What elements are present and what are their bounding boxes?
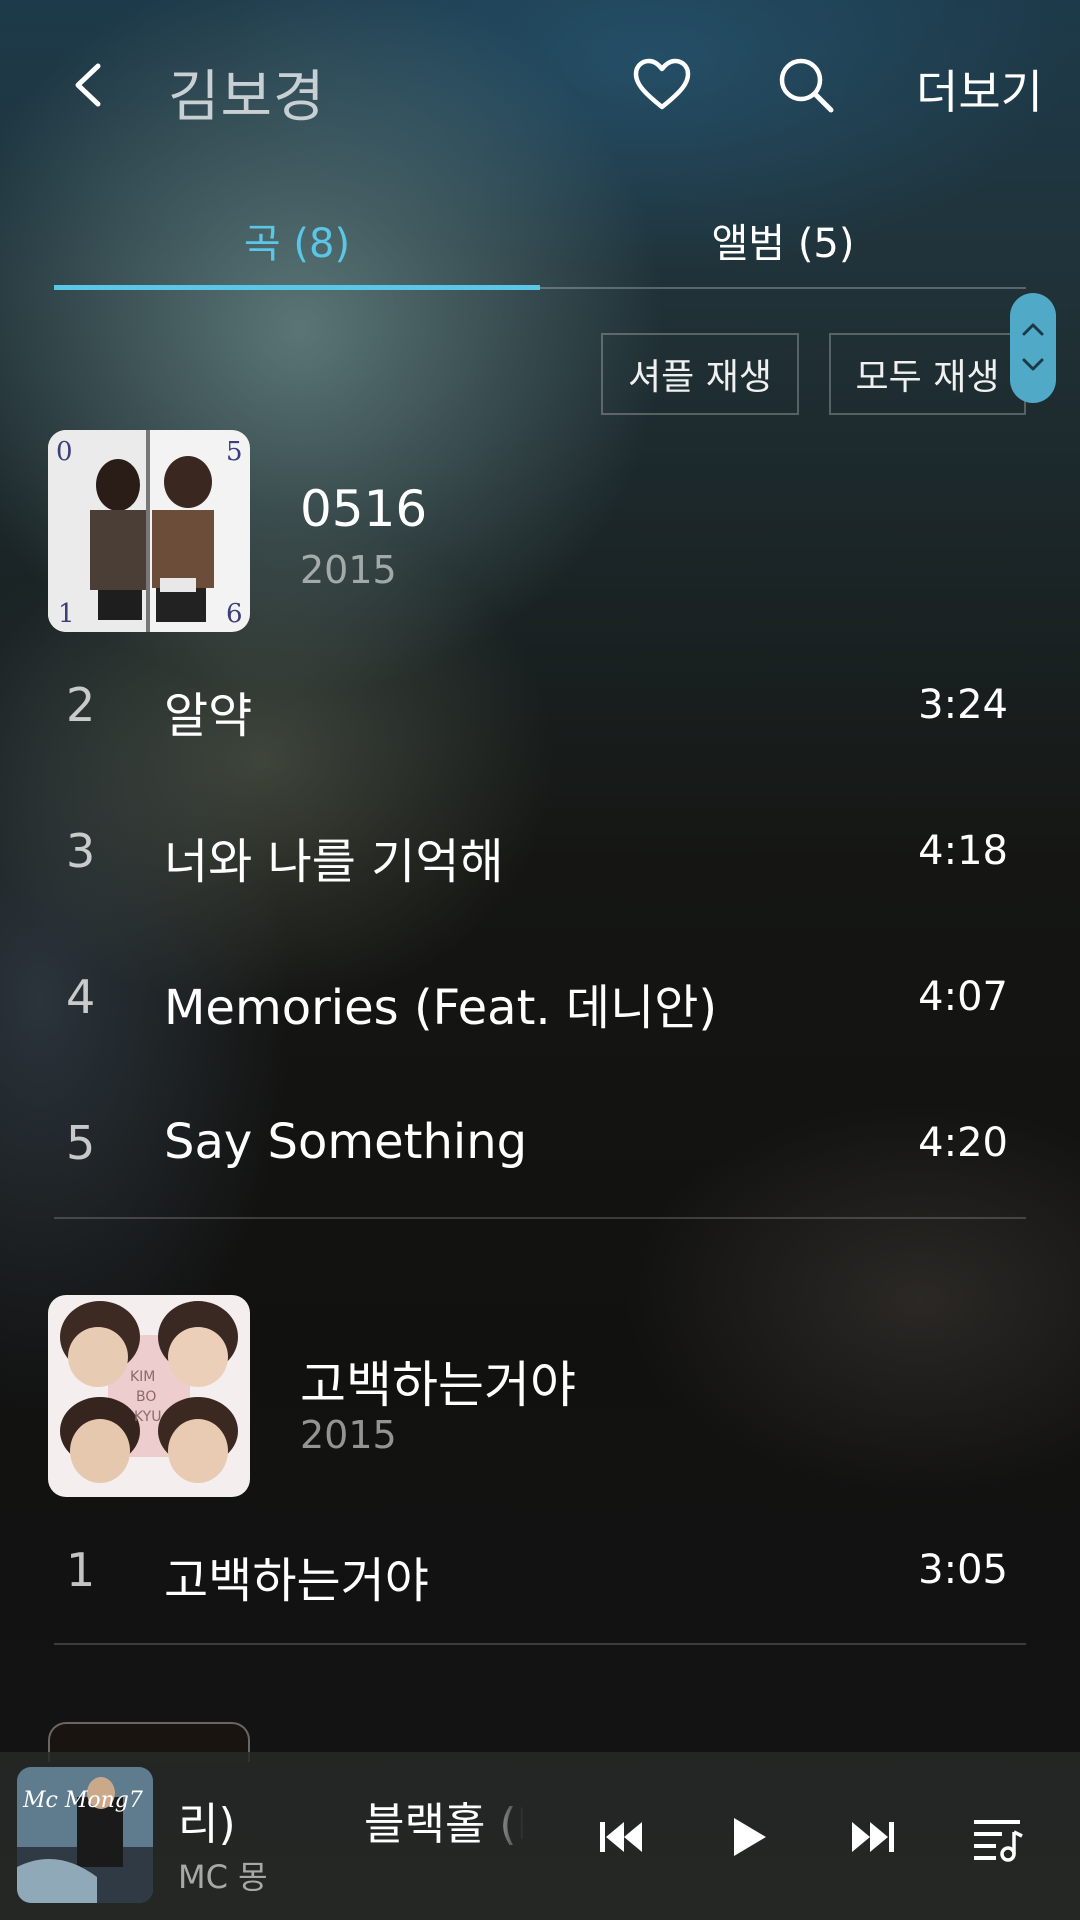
active-tab-indicator [54,285,540,290]
heart-icon [633,58,691,110]
next-button[interactable] [838,1802,908,1872]
track-row[interactable]: 5 Say Something 4:20 [54,1088,1026,1198]
track-duration: 4:20 [918,1120,1008,1166]
tab-songs[interactable]: 곡 (8) [54,195,540,285]
queue-button[interactable] [962,1802,1032,1872]
now-playing-title: 블랙홀 (F [364,1799,524,1850]
svg-text:0: 0 [56,437,73,467]
skip-previous-icon [600,1822,642,1852]
album-title: 고백하는거야 [300,1356,576,1414]
track-title: Say Something [164,1114,528,1170]
track-title: Memories (Feat. 데니안) [164,980,718,1036]
chevron-up-icon [1022,323,1044,336]
shuffle-play-button[interactable]: 셔플 재생 [601,333,799,415]
track-number: 3 [66,824,96,878]
svg-text:5: 5 [226,437,243,467]
now-playing-artist: MC 몽 [178,1858,268,1896]
track-number: 4 [66,970,96,1024]
track-duration: 4:07 [918,974,1008,1020]
chevron-down-icon [1022,358,1044,371]
now-playing-art: Mc Mong7 [17,1767,153,1903]
album-title: 0516 [300,480,428,538]
svg-text:KIM: KIM [130,1369,155,1385]
album-year: 2015 [300,548,397,592]
favorite-button[interactable] [632,55,692,115]
track-row[interactable]: 3 너와 나를 기억해 4:18 [54,796,1026,906]
play-icon [734,1818,766,1856]
more-button[interactable]: 더보기 [916,56,1043,122]
track-duration: 3:05 [918,1547,1008,1593]
chevron-left-icon [75,63,101,107]
search-icon [779,58,834,113]
track-title: 너와 나를 기억해 [164,834,504,890]
track-duration: 4:18 [918,828,1008,874]
svg-text:6: 6 [226,599,243,629]
track-number: 5 [66,1116,96,1170]
svg-text:KYU: KYU [134,1409,161,1425]
svg-text:Mc Mong7: Mc Mong7 [22,1788,143,1813]
track-row[interactable]: 2 알약 3:24 [54,650,1026,760]
album-header[interactable]: KIM BO KYU 고백하는거야 2015 [48,1295,1048,1499]
track-row[interactable]: 4 Memories (Feat. 데니안) 4:07 [54,942,1026,1052]
skip-next-icon [852,1822,894,1852]
tab-albums[interactable]: 앨범 (5) [540,195,1026,285]
track-duration: 3:24 [918,682,1008,728]
tab-bar: 곡 (8) 앨범 (5) [54,195,1026,290]
album-art: KIM BO KYU [48,1295,250,1497]
mini-player[interactable]: Mc Mong7 리) MC 몽 블랙홀 (F [0,1752,1080,1920]
track-title: 고백하는거야 [164,1553,429,1609]
play-all-button[interactable]: 모두 재생 [829,333,1026,415]
search-button[interactable] [776,55,836,115]
track-row[interactable]: 1 고백하는거야 3:05 [54,1515,1026,1625]
section-divider [54,1643,1026,1645]
fast-scroll-handle[interactable] [1010,293,1056,403]
section-divider [54,1217,1026,1219]
top-bar: 김보경 더보기 [0,0,1080,170]
album-art: 0 5 1 6 [48,430,250,632]
track-number: 1 [66,1543,96,1597]
now-playing-title-fragment: 리) [178,1799,236,1850]
previous-button[interactable] [586,1802,656,1872]
play-button[interactable] [712,1802,782,1872]
track-number: 2 [66,678,96,732]
playlist-icon [974,1820,1023,1862]
album-header[interactable]: 0 5 1 6 0516 2015 [48,430,1048,634]
album-year: 2015 [300,1413,397,1457]
back-button[interactable] [58,50,118,120]
svg-text:BO: BO [136,1389,156,1405]
track-title: 알약 [164,688,253,744]
page-title: 김보경 [168,65,326,130]
svg-text:1: 1 [58,599,75,629]
